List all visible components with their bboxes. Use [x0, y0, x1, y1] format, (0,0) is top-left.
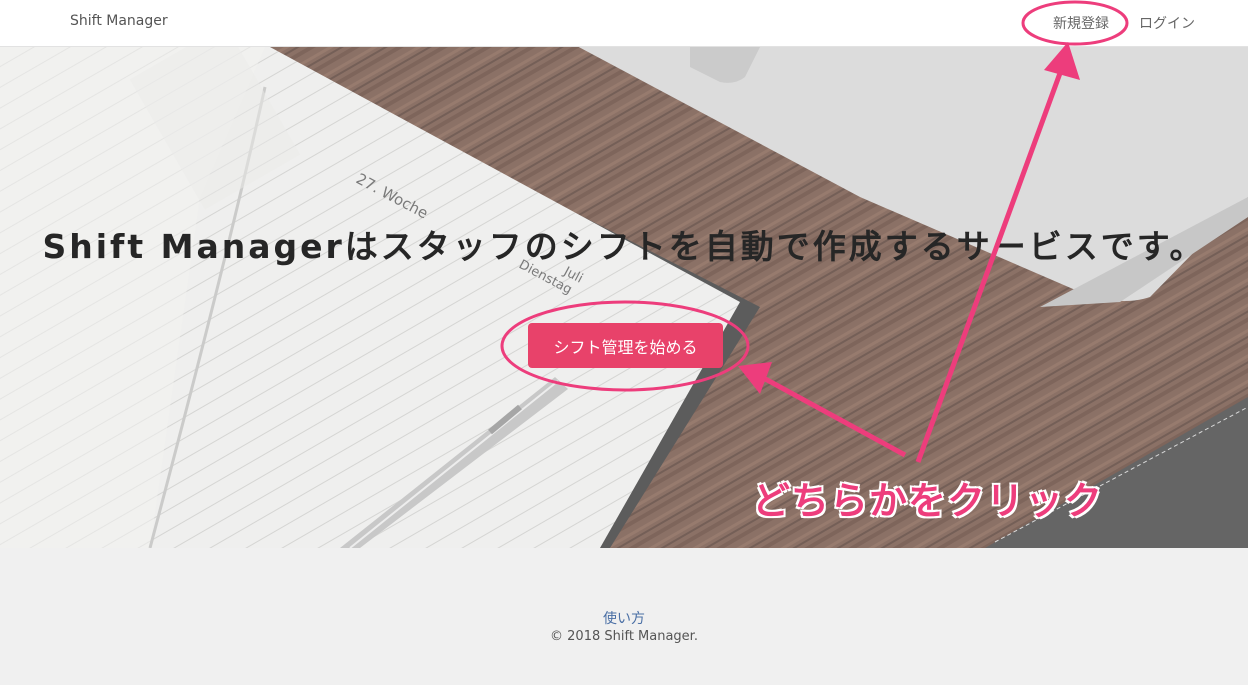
callout-text: どちらかをクリック — [751, 478, 1104, 524]
start-shift-management-button[interactable]: シフト管理を始める — [528, 323, 723, 368]
footer: 使い方 © 2018 Shift Manager. — [0, 548, 1248, 685]
navbar: Shift Manager 新規登録 ログイン — [0, 0, 1248, 47]
how-to-use-link[interactable]: 使い方 — [0, 608, 1248, 628]
hero-title: Shift Managerはスタッフのシフトを自動で作成するサービスです。 — [42, 227, 1206, 266]
signup-link[interactable]: 新規登録 — [1053, 13, 1109, 33]
brand-link[interactable]: Shift Manager — [70, 13, 168, 29]
login-link[interactable]: ログイン — [1139, 13, 1195, 33]
copyright-text: © 2018 Shift Manager. — [550, 629, 698, 644]
hero-section: 27. Woche Juli Dienstag Shift Managerはスタ… — [0, 47, 1248, 548]
